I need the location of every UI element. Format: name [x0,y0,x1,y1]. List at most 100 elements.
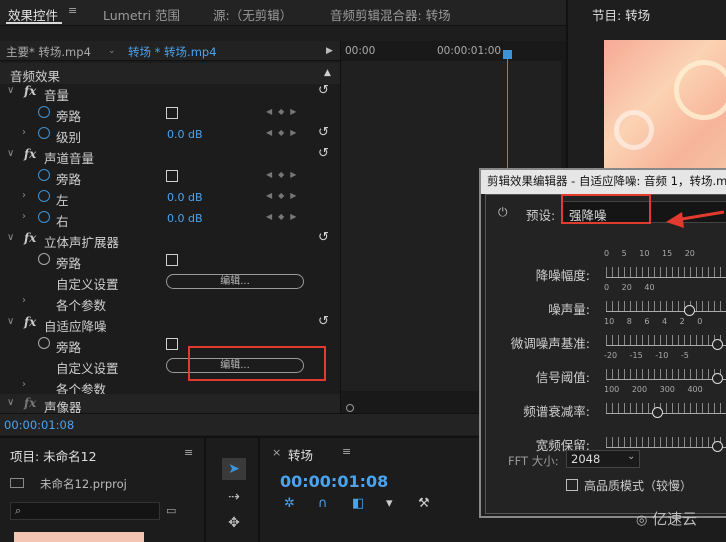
decor-circle [614,110,654,150]
chevron-right-icon[interactable]: › [22,211,26,222]
edit-button[interactable]: 编辑... [166,274,304,289]
keyframe-nav-icon[interactable]: ◀◆▶ [266,107,302,116]
stopwatch-icon[interactable] [38,337,50,349]
chevron-right-icon[interactable]: › [22,295,26,306]
param-row-right: › 右 0.0 dB ◀◆▶ [0,208,340,229]
param-ticks: 0 20 40 [604,283,655,292]
param-scale-line [606,379,726,380]
stopwatch-icon[interactable] [38,211,50,223]
nest-icon[interactable]: ✲ [284,496,295,511]
reset-icon[interactable]: ↺ [318,125,329,140]
dialog-title[interactable]: 剪辑效果编辑器 - 自适应降噪: 音频 1，转场.mp4 [481,170,726,194]
ripple-edit-tool-icon[interactable]: ✥ [222,512,246,534]
stopwatch-icon[interactable] [38,253,50,265]
chevron-down-icon: ⌄ [627,451,636,462]
keyframe-nav-icon[interactable]: ◀◆▶ [266,170,302,179]
chevron-down-icon[interactable]: ∨ [7,397,14,408]
wrench-icon[interactable]: ⚒ [418,496,430,511]
reset-icon[interactable]: ↺ [318,83,329,98]
param-scale-line [606,311,726,312]
play-only-icon[interactable]: ▶ [326,46,333,56]
effect-row-channel-volume[interactable]: ∨ fx 声道音量 ↺ [0,145,340,166]
param-label: 旁路 [56,340,82,355]
stopwatch-icon[interactable] [38,106,50,118]
panel-menu-icon[interactable]: ≡ [342,445,351,458]
stopwatch-icon[interactable] [38,190,50,202]
param-scale-line [606,345,726,346]
chevron-right-icon[interactable]: › [22,379,26,390]
collapse-up-icon[interactable]: ▲ [324,68,331,78]
level-value[interactable]: 0.0 dB [167,128,203,141]
param-scale-line [606,447,726,448]
sequence-timecode[interactable]: 00:00:01:08 [280,472,388,491]
reset-icon[interactable]: ↺ [318,230,329,245]
fx-icon[interactable]: fx [24,231,36,245]
right-value[interactable]: 0.0 dB [167,212,203,225]
chevron-down-icon[interactable]: ∨ [7,232,14,243]
keyframe-nav-icon[interactable]: ◀◆▶ [266,128,302,137]
close-icon[interactable]: × [272,446,281,459]
broadband-slider-knob[interactable] [712,441,723,452]
reset-icon[interactable]: ↺ [318,146,329,161]
param-noisiness: 噪声量: 0 20 40 [486,281,726,317]
project-search-input[interactable]: ⌕ [10,502,160,520]
fx-icon[interactable]: fx [24,396,36,410]
add-marker-icon[interactable]: ▾ [386,496,393,511]
fft-dropdown[interactable]: 2048 ⌄ [566,450,640,468]
sequence-clip-label[interactable]: 转场 * 转场.mp4 [128,44,217,60]
track-select-tool-icon[interactable]: ⇢ [222,486,246,508]
hq-mode-checkbox[interactable] [566,479,578,491]
param-row-level: › 级别 0.0 dB ◀◆▶ ↺ [0,124,340,145]
tab-lumetri-scopes[interactable]: Lumetri 范围 [103,5,180,24]
bypass-checkbox[interactable] [166,254,178,266]
bypass-checkbox[interactable] [166,107,178,119]
fx-icon[interactable]: fx [24,315,36,329]
watermark-logo-icon: ◎ [636,513,648,528]
fft-value: 2048 [571,452,601,466]
program-title[interactable]: 节目: 转场 [592,5,650,24]
red-arrow-icon [666,210,725,228]
snap-icon[interactable]: ∩ [318,496,328,511]
power-icon[interactable]: ⏻ [498,205,508,220]
fx-icon[interactable]: fx [24,84,36,98]
tab-source[interactable]: 源:（无剪辑） [213,5,292,24]
bypass-checkbox[interactable] [166,170,178,182]
param-scale [606,437,726,447]
sequence-title[interactable]: 转场 [288,445,313,464]
chevron-right-icon[interactable]: › [22,190,26,201]
watermark-text: 亿速云 [652,510,698,528]
bin-icon[interactable]: ▭ [166,504,176,517]
chevron-down-icon[interactable]: ⌄ [108,46,116,56]
tab-menu-icon[interactable]: ≡ [68,4,77,17]
project-title[interactable]: 项目: 未命名12 [10,446,97,465]
param-scale-line [606,413,726,414]
keyframe-nav-icon[interactable]: ◀◆▶ [266,191,302,200]
effect-row-volume[interactable]: ∨ fx 音量 ↺ [0,82,340,103]
stopwatch-icon[interactable] [38,169,50,181]
stopwatch-icon[interactable] [38,127,50,139]
bypass-checkbox[interactable] [166,338,178,350]
param-label: 旁路 [56,172,82,187]
chevron-down-icon[interactable]: ∨ [7,85,14,96]
master-clip-label[interactable]: 主要* 转场.mp4 [6,44,91,60]
chevron-down-icon[interactable]: ∨ [7,316,14,327]
chevron-right-icon[interactable]: › [22,127,26,138]
keyframe-nav-icon[interactable]: ◀◆▶ [266,212,302,221]
edit-button-highlight [188,346,326,381]
tab-audio-mixer[interactable]: 音频剪辑混合器: 转场 [330,5,451,24]
chevron-down-icon[interactable]: ∨ [7,148,14,159]
effect-row-panner[interactable]: ∨ fx 声像器 [0,394,340,415]
tools-panel: ➤ ⇢ ✥ [208,438,260,542]
scroll-knob[interactable] [346,404,354,412]
fx-icon[interactable]: fx [24,147,36,161]
effect-row-stereo-expander[interactable]: ∨ fx 立体声扩展器 ↺ [0,229,340,250]
panel-menu-icon[interactable]: ≡ [184,446,193,459]
left-value[interactable]: 0.0 dB [167,191,203,204]
preset-label: 预设: [526,208,556,223]
linked-selection-icon[interactable]: ◧ [352,496,364,511]
reset-icon[interactable]: ↺ [318,314,329,329]
selection-tool-icon[interactable]: ➤ [222,458,246,480]
current-timecode[interactable]: 00:00:01:08 [4,418,74,432]
playhead-handle[interactable] [503,50,512,59]
effect-row-adaptive-noise-reduction[interactable]: ∨ fx 自适应降噪 ↺ [0,313,340,334]
